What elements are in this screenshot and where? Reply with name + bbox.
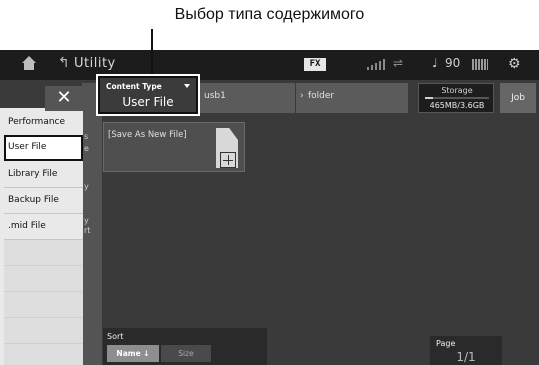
- menu-item-backup-file[interactable]: Backup File: [4, 188, 83, 214]
- usb-icon: ⇌: [393, 56, 404, 70]
- menu-item-label: Backup File: [8, 195, 59, 205]
- path-device-button[interactable]: usb1: [198, 83, 295, 113]
- path-folder-button[interactable]: › folder: [296, 83, 408, 113]
- menu-item-label: .mid File: [8, 221, 46, 231]
- storage-label: Storage: [441, 86, 473, 95]
- page-label: Page: [436, 339, 456, 348]
- chevron-right-icon: ›: [300, 91, 304, 101]
- storage-fill: [425, 97, 434, 99]
- path-folder-label: folder: [308, 91, 335, 101]
- annotation-caption: Выбор типа содержимого: [174, 6, 365, 23]
- page-value: 1/1: [456, 350, 476, 364]
- underlying-tab-fragment: y: [84, 216, 89, 225]
- menu-item-label: User File: [8, 142, 47, 152]
- caret-down-icon: [184, 84, 190, 88]
- storage-indicator: Storage 465MB/3.6GB: [418, 83, 494, 113]
- underlying-tab-fragment: rt: [84, 226, 91, 235]
- save-as-new-file-item[interactable]: [Save As New File]: [103, 122, 245, 172]
- top-bar: ↰ Utility FX ⇌ ♩ 90 ⚙: [0, 50, 539, 80]
- content-type-value: User File: [122, 95, 174, 109]
- menu-empty-slot: [4, 292, 83, 318]
- job-button[interactable]: Job: [500, 83, 536, 113]
- menu-empty-slot: [4, 344, 83, 365]
- plus-icon: [220, 152, 236, 168]
- meter-icon: [367, 58, 389, 70]
- annotation-pointer-line: [151, 29, 153, 74]
- tempo-value[interactable]: 90: [445, 56, 460, 70]
- menu-item-user-file[interactable]: User File: [4, 135, 83, 161]
- fx-button[interactable]: FX: [304, 58, 326, 71]
- close-button[interactable]: ✕: [45, 86, 83, 111]
- sort-name-button[interactable]: Name ↓: [107, 345, 159, 362]
- storage-bar: [425, 97, 489, 99]
- instrument-screen: ↰ Utility FX ⇌ ♩ 90 ⚙ s e y y rt usb1 › …: [0, 50, 539, 365]
- sort-size-button[interactable]: Size: [161, 345, 211, 362]
- menu-item-mid-file[interactable]: .mid File: [4, 214, 83, 240]
- home-icon[interactable]: [22, 56, 36, 70]
- menu-item-label: Library File: [8, 169, 58, 179]
- page-indicator: Page 1/1: [430, 336, 502, 365]
- grid-icon[interactable]: [472, 59, 488, 70]
- content-type-label: Content Type: [106, 82, 162, 91]
- underlying-tab-fragment: y: [84, 182, 89, 191]
- file-item-label: [Save As New File]: [108, 130, 187, 140]
- path-device-label: usb1: [204, 91, 226, 101]
- note-icon: ♩: [432, 56, 438, 70]
- up-arrow-icon[interactable]: ↰: [58, 56, 70, 70]
- underlying-tab-fragment: s: [84, 132, 89, 141]
- menu-empty-slot: [4, 240, 83, 266]
- gear-icon[interactable]: ⚙: [508, 56, 521, 72]
- annotation: Выбор типа содержимого: [0, 0, 539, 50]
- page-title: Utility: [74, 56, 116, 71]
- menu-item-label: Performance: [8, 117, 66, 127]
- menu-item-performance[interactable]: Performance: [4, 110, 83, 136]
- sort-label: Sort: [107, 332, 124, 341]
- sort-panel: Sort Name ↓ Size: [103, 328, 267, 365]
- content-type-selector[interactable]: Content Type User File: [98, 76, 198, 114]
- menu-item-library-file[interactable]: Library File: [4, 162, 83, 188]
- underlying-tab-fragment: e: [84, 144, 89, 153]
- menu-empty-slot: [4, 266, 83, 292]
- content-type-menu: ✕ Performance User File Library File Bac…: [0, 86, 83, 365]
- menu-empty-slot: [4, 318, 83, 344]
- storage-value: 465MB/3.6GB: [429, 101, 485, 110]
